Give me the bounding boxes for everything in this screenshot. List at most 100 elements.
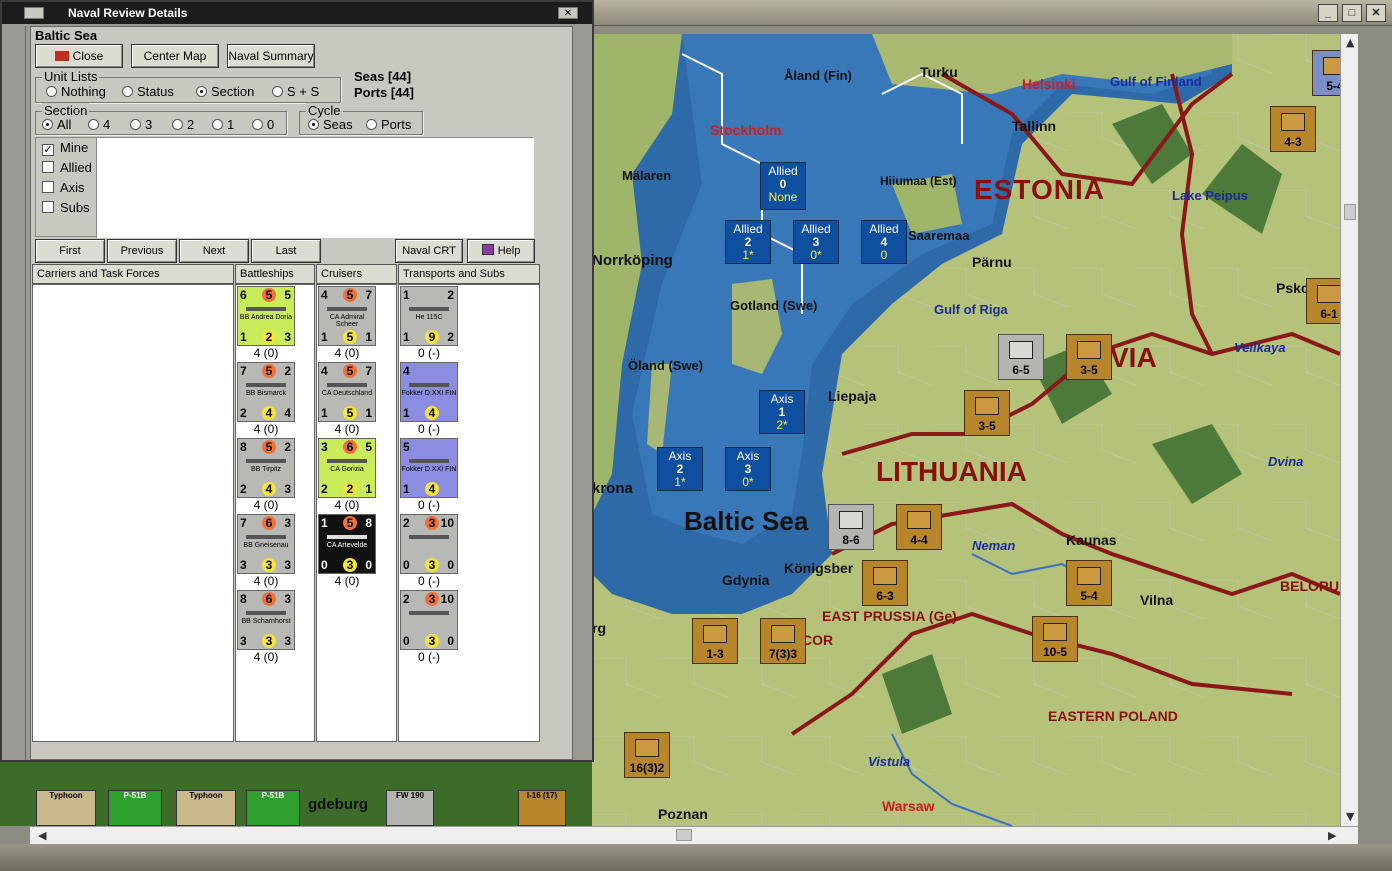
sea-box-allied-0[interactable]: Allied 0 None: [760, 162, 806, 210]
radio-status[interactable]: Status: [122, 84, 174, 99]
strip-unit[interactable]: I-16 (17): [518, 790, 566, 826]
unit-counter[interactable]: 5-4: [1066, 560, 1112, 606]
close-window-button[interactable]: ✕: [1366, 4, 1386, 22]
radio-section[interactable]: Section: [196, 84, 254, 99]
counter-value-e: 5: [343, 330, 357, 344]
map-label-konigsberg: Königsber: [784, 560, 854, 576]
transport-counter[interactable]: 2 3 10 0 3 0: [400, 590, 458, 650]
counter-caption: 4 (0): [253, 422, 279, 436]
map-horizontal-scrollbar[interactable]: ◀ ▶: [30, 826, 1358, 844]
radio-section-3[interactable]: 3: [130, 117, 152, 132]
filter-list-area[interactable]: [96, 138, 534, 238]
previous-button[interactable]: Previous: [107, 239, 177, 263]
column-header-battleships[interactable]: Battleships: [235, 264, 315, 284]
battleship-counter[interactable]: 8 6 3 3 3 3 BB Scharnhorst: [237, 590, 295, 650]
minimize-button[interactable]: _: [1318, 4, 1338, 22]
map-label-tallinn: Tallinn: [1012, 118, 1057, 134]
column-header-cruisers[interactable]: Cruisers: [316, 264, 397, 284]
battleship-counter[interactable]: 6 5 5 1 2 3 BB Andrea Doria: [237, 286, 295, 346]
naval-summary-button[interactable]: Naval Summary: [227, 44, 315, 68]
radio-section-1[interactable]: 1: [212, 117, 234, 132]
radio-section-0[interactable]: 0: [252, 117, 274, 132]
transport-counter[interactable]: 5 1 4 Fokker D.XXI FIN: [400, 438, 458, 498]
checkbox-mine[interactable]: ✓ Mine: [42, 140, 88, 156]
radio-section-4[interactable]: 4: [88, 117, 110, 132]
restore-button[interactable]: □: [1342, 4, 1362, 22]
counter-value-c: 8: [365, 516, 372, 530]
unit-counter[interactable]: 16(3)2: [624, 732, 670, 778]
unit-counter[interactable]: 10-5: [1032, 616, 1078, 662]
scroll-left-icon[interactable]: ◀: [38, 829, 46, 842]
checkbox-allied[interactable]: Allied: [42, 160, 92, 175]
map-unit-strip[interactable]: Typhoon P-51B Typhoon P-51B gdeburg FW 1…: [0, 760, 592, 826]
center-map-button[interactable]: Center Map: [131, 44, 219, 68]
cruiser-counter[interactable]: 4 5 7 1 5 1 CA Admiral Scheer: [318, 286, 376, 346]
scroll-down-icon[interactable]: ▼: [1346, 810, 1354, 823]
radio-cycle-seas[interactable]: Seas: [308, 117, 353, 132]
strip-unit[interactable]: P-51B: [246, 790, 300, 826]
unit-counter[interactable]: 6-3: [862, 560, 908, 606]
strip-unit[interactable]: P-51B: [108, 790, 162, 826]
help-button[interactable]: Help: [467, 239, 535, 263]
column-header-carriers[interactable]: Carriers and Task Forces: [32, 264, 234, 284]
radio-nothing[interactable]: Nothing: [46, 84, 106, 99]
sea-box-axis-2[interactable]: Axis 2 1*: [657, 447, 703, 491]
radio-cycle-ports[interactable]: Ports: [366, 117, 411, 132]
unit-counter[interactable]: 6-5: [998, 334, 1044, 380]
strip-unit[interactable]: Typhoon: [176, 790, 236, 826]
cruiser-counter[interactable]: 1 5 8 0 3 0 CA Artevelde: [318, 514, 376, 574]
close-button[interactable]: Close: [35, 44, 123, 68]
strip-unit[interactable]: Typhoon: [36, 790, 96, 826]
carriers-list[interactable]: [32, 284, 234, 742]
map-vertical-scrollbar[interactable]: ▲ ▼: [1340, 34, 1358, 826]
battleship-counter[interactable]: 8 5 2 2 4 3 BB Tirpitz: [237, 438, 295, 498]
battleship-counter[interactable]: 7 5 2 2 4 4 BB Bismarck: [237, 362, 295, 422]
sea-box-axis-3[interactable]: Axis 3 0*: [725, 447, 771, 491]
counter-value-a: 5: [403, 440, 410, 454]
unit-counter[interactable]: 3-5: [964, 390, 1010, 436]
unit-counter[interactable]: 4-4: [896, 504, 942, 550]
radio-section-2[interactable]: 2: [172, 117, 194, 132]
transport-counter[interactable]: 2 3 10 0 3 0: [400, 514, 458, 574]
map-label-gotland: Gotland (Swe): [730, 298, 818, 313]
unit-counter[interactable]: 5-4: [1312, 50, 1340, 96]
sea-box-axis-1[interactable]: Axis 1 2*: [759, 390, 805, 434]
scroll-thumb[interactable]: [676, 829, 692, 841]
column-header-transports[interactable]: Transports and Subs: [398, 264, 540, 284]
radio-section-all[interactable]: All: [42, 117, 71, 132]
transport-counter[interactable]: 1 2 1 9 2 He 115C: [400, 286, 458, 346]
sea-box-allied-2[interactable]: Allied 2 1*: [725, 220, 771, 264]
unit-counter[interactable]: 3-5: [1066, 334, 1112, 380]
counter-value-b: 3: [425, 592, 439, 606]
naval-crt-button[interactable]: Naval CRT: [395, 239, 463, 263]
sea-box-allied-4[interactable]: Allied 4 0: [861, 220, 907, 264]
unit-counter[interactable]: 1-3: [692, 618, 738, 664]
map-label-parnu: Pärnu: [972, 254, 1012, 270]
transport-counter[interactable]: 4 1 4 Fokker D.XXI FIN: [400, 362, 458, 422]
counter-name: Fokker D.XXI FIN: [401, 390, 457, 397]
strip-unit[interactable]: FW 190: [386, 790, 434, 826]
cruiser-counter[interactable]: 3 6 5 2 2 1 CA Gorizia: [318, 438, 376, 498]
battleship-counter[interactable]: 7 6 3 3 3 3 BB Gneisenau: [237, 514, 295, 574]
dialog-menu-icon[interactable]: [24, 7, 44, 19]
last-button[interactable]: Last: [251, 239, 321, 263]
dialog-close-icon[interactable]: ✕: [558, 7, 578, 19]
radio-label: All: [57, 117, 72, 132]
unit-value: 4-4: [910, 533, 928, 547]
unit-counter[interactable]: 7(3)3: [760, 618, 806, 664]
radio-s-plus-s[interactable]: S + S: [272, 84, 319, 99]
unit-counter[interactable]: 6-1: [1306, 278, 1340, 324]
map-label-hiiumaa: Hiiumaa (Est): [880, 174, 957, 188]
scroll-up-icon[interactable]: ▲: [1346, 36, 1354, 49]
cruiser-counter[interactable]: 4 5 7 1 5 1 CA Deutschland: [318, 362, 376, 422]
checkbox-axis[interactable]: Axis: [42, 180, 85, 195]
unit-counter[interactable]: 4-3: [1270, 106, 1316, 152]
map-view[interactable]: Turku Åland (Fin) Helsinki Gulf of Finla…: [592, 34, 1340, 826]
sea-box-allied-3[interactable]: Allied 3 0*: [793, 220, 839, 264]
unit-counter[interactable]: 8-6: [828, 504, 874, 550]
scroll-thumb[interactable]: [1344, 204, 1356, 220]
checkbox-subs[interactable]: Subs: [42, 200, 90, 215]
first-button[interactable]: First: [35, 239, 105, 263]
next-button[interactable]: Next: [179, 239, 249, 263]
scroll-right-icon[interactable]: ▶: [1328, 829, 1336, 842]
